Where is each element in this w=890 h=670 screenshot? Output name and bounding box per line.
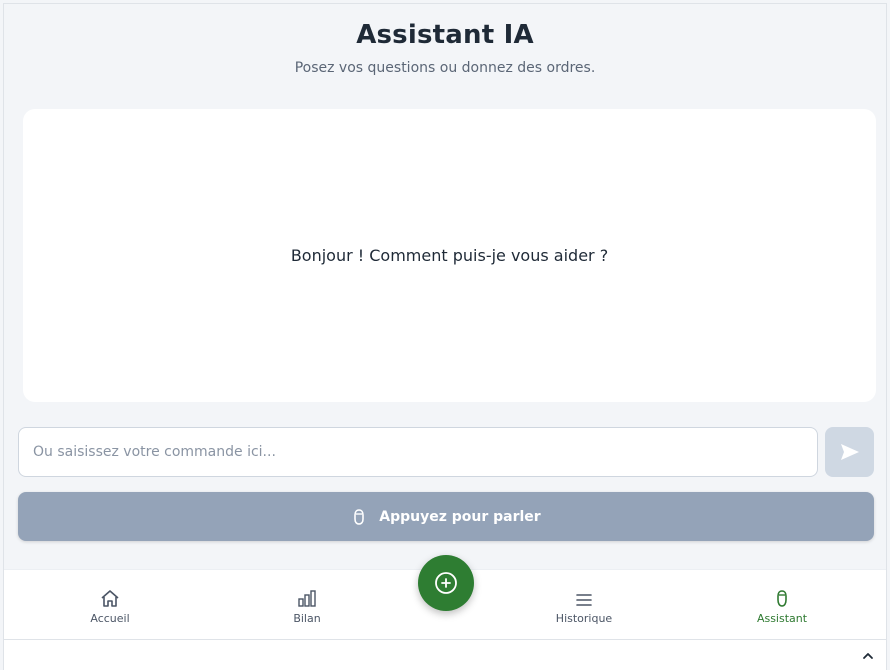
nav-item-assistant[interactable]: Assistant <box>722 570 842 640</box>
nav-label-assistant: Assistant <box>756 611 808 625</box>
assistant-greeting: Bonjour ! Comment puis-je vous aider ? <box>290 246 609 265</box>
command-input[interactable] <box>18 427 818 477</box>
chevron-up-icon[interactable] <box>860 648 876 664</box>
nav-label-accueil: Accueil <box>90 611 130 625</box>
home-icon <box>100 586 120 608</box>
plus-circle-icon <box>435 572 457 594</box>
push-to-talk-label: Appuyez pour parler <box>379 508 541 525</box>
add-button[interactable] <box>418 555 474 611</box>
send-button[interactable] <box>825 427 874 477</box>
browser-bottom-bar <box>3 639 887 670</box>
push-to-talk-button[interactable]: Appuyez pour parler <box>18 492 874 541</box>
nav-item-historique[interactable]: Historique <box>524 570 644 640</box>
bar-chart-icon <box>297 586 317 608</box>
nav-label-historique: Historique <box>555 611 613 625</box>
send-icon <box>840 444 859 460</box>
command-row <box>18 427 874 477</box>
nav-item-bilan[interactable]: Bilan <box>247 570 367 640</box>
page-subtitle: Posez vos questions ou donnez des ordres… <box>294 60 596 76</box>
page-title: Assistant IA <box>356 20 534 50</box>
nav-item-accueil[interactable]: Accueil <box>50 570 170 640</box>
microphone-icon <box>774 586 790 608</box>
menu-icon <box>575 586 593 608</box>
app-frame: Assistant IA Posez vos questions ou donn… <box>3 3 887 639</box>
chat-panel: Bonjour ! Comment puis-je vous aider ? <box>23 109 876 402</box>
microphone-icon <box>354 508 365 525</box>
nav-label-bilan: Bilan <box>293 611 321 625</box>
